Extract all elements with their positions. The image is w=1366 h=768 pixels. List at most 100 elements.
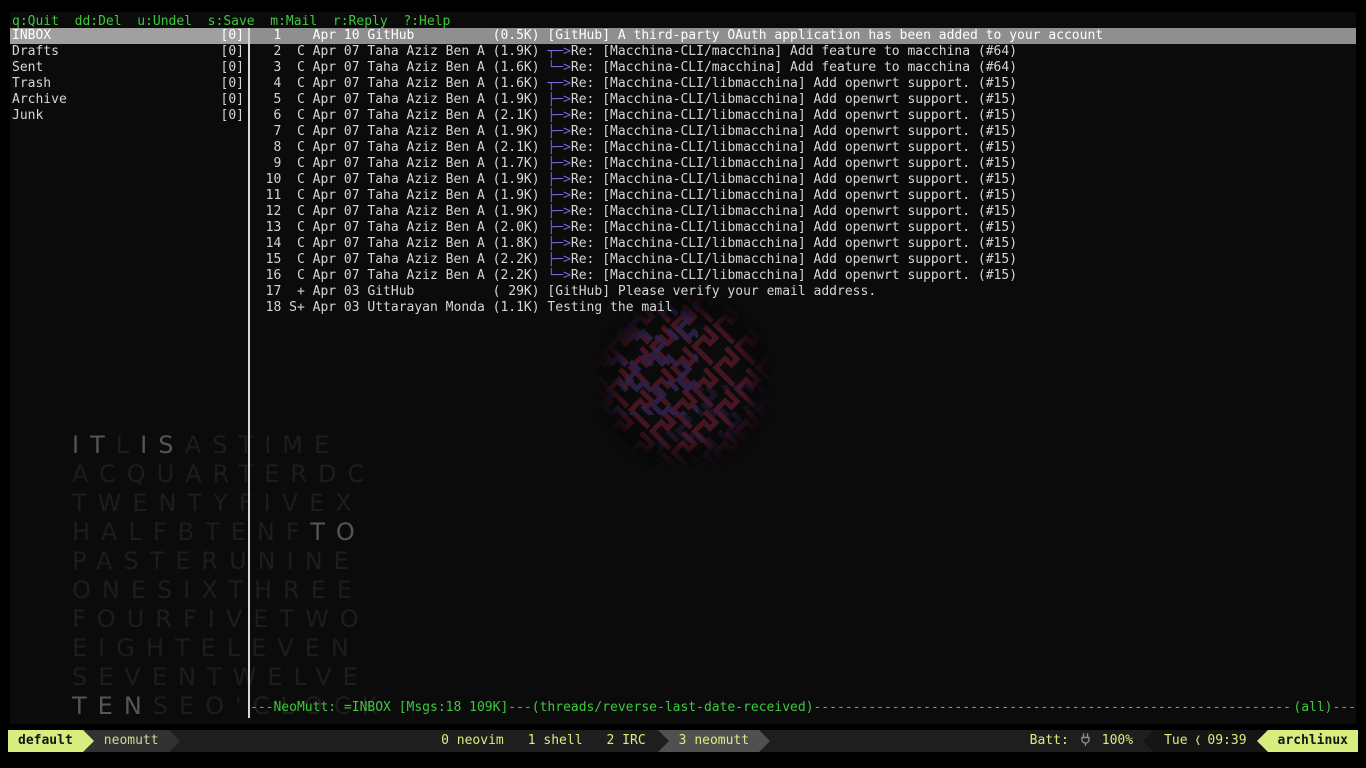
mail-subject: [GitHub] Please verify your email addres… [547, 284, 876, 299]
powerline-arrow-icon [658, 730, 669, 752]
thread-tree-icon: ┬─> [547, 76, 570, 91]
mail-subject: Re: [Macchina-CLI/libmacchina] Add openw… [571, 204, 1017, 219]
tmux-window-1-shell[interactable]: 1 shell [516, 730, 595, 752]
mail-row-11[interactable]: 11 C Apr 07 Taha Aziz Ben A (1.9K) ├─>Re… [250, 188, 1356, 204]
mailbox-count: [0] [221, 92, 244, 108]
mail-row-meta: 9 C Apr 07 Taha Aziz Ben A (1.7K) [250, 156, 547, 171]
battery-label: Batt: [1020, 730, 1073, 752]
mailbox-name: Drafts [12, 44, 59, 60]
mailbox-name: INBOX [12, 28, 51, 44]
mailbox-count: [0] [221, 44, 244, 60]
mail-subject: Re: [Macchina-CLI/libmacchina] Add openw… [571, 188, 1017, 203]
tmux-window-3-neomutt[interactable]: 3 neomutt [669, 730, 759, 752]
sidebar-item-junk[interactable]: Junk [0] [10, 108, 248, 124]
mail-subject: [GitHub] A third-party OAuth application… [547, 28, 1103, 43]
mail-subject: Re: [Macchina-CLI/libmacchina] Add openw… [571, 124, 1017, 139]
mail-row-meta: 8 C Apr 07 Taha Aziz Ben A (2.1K) [250, 140, 547, 155]
mail-row-17[interactable]: 17 + Apr 03 GitHub ( 29K) [GitHub] Pleas… [250, 284, 1356, 300]
mailbox-count: [0] [221, 60, 244, 76]
status-bar-right: (all)--- [1293, 700, 1356, 716]
mail-row-15[interactable]: 15 C Apr 07 Taha Aziz Ben A (2.2K) ├─>Re… [250, 252, 1356, 268]
day-of-week: Tue [1164, 733, 1187, 748]
tmux-session-name[interactable]: default [8, 730, 83, 752]
sidebar-item-archive[interactable]: Archive [0] [10, 92, 248, 108]
powerline-arrow-icon [759, 730, 770, 752]
power-plug-icon [1073, 730, 1098, 752]
mail-row-5[interactable]: 5 C Apr 07 Taha Aziz Ben A (1.9K) ├─>Re:… [250, 92, 1356, 108]
mail-row-16[interactable]: 16 C Apr 07 Taha Aziz Ben A (2.2K) └─>Re… [250, 268, 1356, 284]
mail-row-13[interactable]: 13 C Apr 07 Taha Aziz Ben A (2.0K) ├─>Re… [250, 220, 1356, 236]
thread-tree-icon: ├─> [547, 220, 570, 235]
mail-row-10[interactable]: 10 C Apr 07 Taha Aziz Ben A (1.9K) ├─>Re… [250, 172, 1356, 188]
time-value: 09:39 [1207, 733, 1246, 748]
mail-row-9[interactable]: 9 C Apr 07 Taha Aziz Ben A (1.7K) ├─>Re:… [250, 156, 1356, 172]
thread-tree-icon: ┬─> [547, 44, 570, 59]
thread-tree-icon: ├─> [547, 188, 570, 203]
mail-row-meta: 18 S+ Apr 03 Uttarayan Monda (1.1K) [250, 300, 547, 315]
status-bar: ---NeoMutt: =INBOX [Msgs:18 109K]---(thr… [250, 700, 1356, 716]
tmux-window-list: 0 neovim1 shell2 IRC 3 neomutt [180, 730, 1020, 752]
mail-subject: Testing the mail [547, 300, 672, 315]
status-bar-left: ---NeoMutt: =INBOX [Msgs:18 109K]---(thr… [250, 700, 814, 716]
thread-tree-icon: ├─> [547, 108, 570, 123]
tmux-pane-title: neomutt [94, 730, 169, 752]
sidebar-item-trash[interactable]: Trash [0] [10, 76, 248, 92]
mail-index-list: 1 Apr 10 GitHub (0.5K) [GitHub] A third-… [250, 28, 1356, 316]
powerline-arrow-icon [83, 730, 94, 752]
thread-tree-icon: ├─> [547, 252, 570, 267]
thread-tree-icon: └─> [547, 60, 570, 75]
mail-row-meta: 2 C Apr 07 Taha Aziz Ben A (1.9K) [250, 44, 547, 59]
status-bar-fill: ----------------------------------------… [814, 700, 1294, 716]
tmux-window-2-IRC[interactable]: 2 IRC [595, 730, 658, 752]
powerline-arrow-icon [1143, 730, 1154, 752]
mail-row-meta: 7 C Apr 07 Taha Aziz Ben A (1.9K) [250, 124, 547, 139]
mail-subject: Re: [Macchina-CLI/libmacchina] Add openw… [571, 268, 1017, 283]
mail-subject: Re: [Macchina-CLI/libmacchina] Add openw… [571, 252, 1017, 267]
thread-tree-icon: ├─> [547, 156, 570, 171]
tmux-window-0-neovim[interactable]: 0 neovim [429, 730, 516, 752]
mail-subject: Re: [Macchina-CLI/libmacchina] Add openw… [571, 172, 1017, 187]
mail-row-meta: 17 + Apr 03 GitHub ( 29K) [250, 284, 547, 299]
chevron-left-icon: ❮ [1191, 730, 1205, 752]
mail-row-4[interactable]: 4 C Apr 07 Taha Aziz Ben A (1.6K) ┬─>Re:… [250, 76, 1356, 92]
clock-segment: Tue ❮09:39 [1154, 730, 1256, 752]
hostname-segment: archlinux [1268, 730, 1358, 752]
mail-row-6[interactable]: 6 C Apr 07 Taha Aziz Ben A (2.1K) ├─>Re:… [250, 108, 1356, 124]
mailbox-count: [0] [221, 108, 244, 124]
mailbox-name: Archive [12, 92, 67, 108]
mail-row-meta: 15 C Apr 07 Taha Aziz Ben A (2.2K) [250, 252, 547, 267]
sidebar-item-sent[interactable]: Sent [0] [10, 60, 248, 76]
sidebar-item-inbox[interactable]: INBOX [0] [10, 28, 248, 44]
mailbox-count: [0] [221, 28, 244, 44]
mail-row-meta: 4 C Apr 07 Taha Aziz Ben A (1.6K) [250, 76, 547, 91]
mail-row-meta: 11 C Apr 07 Taha Aziz Ben A (1.9K) [250, 188, 547, 203]
mail-row-meta: 3 C Apr 07 Taha Aziz Ben A (1.6K) [250, 60, 547, 75]
mail-subject: Re: [Macchina-CLI/libmacchina] Add openw… [571, 236, 1017, 251]
sidebar-item-drafts[interactable]: Drafts [0] [10, 44, 248, 60]
powerline-arrow-icon [1257, 730, 1268, 752]
thread-tree-icon: ├─> [547, 204, 570, 219]
mail-row-7[interactable]: 7 C Apr 07 Taha Aziz Ben A (1.9K) ├─>Re:… [250, 124, 1356, 140]
mailbox-count: [0] [221, 76, 244, 92]
mail-row-meta: 16 C Apr 07 Taha Aziz Ben A (2.2K) [250, 268, 547, 283]
mail-row-meta: 1 Apr 10 GitHub (0.5K) [250, 28, 547, 43]
mail-subject: Re: [Macchina-CLI/libmacchina] Add openw… [571, 108, 1017, 123]
mail-subject: Re: [Macchina-CLI/libmacchina] Add openw… [571, 92, 1017, 107]
mailbox-name: Sent [12, 60, 43, 76]
thread-tree-icon: ├─> [547, 92, 570, 107]
mail-row-14[interactable]: 14 C Apr 07 Taha Aziz Ben A (1.8K) ├─>Re… [250, 236, 1356, 252]
thread-tree-icon: ├─> [547, 172, 570, 187]
thread-tree-icon: ├─> [547, 236, 570, 251]
mailbox-name: Trash [12, 76, 51, 92]
mail-row-12[interactable]: 12 C Apr 07 Taha Aziz Ben A (1.9K) ├─>Re… [250, 204, 1356, 220]
powerline-arrow-icon [169, 730, 180, 752]
thread-tree-icon: ├─> [547, 140, 570, 155]
help-bar-text: q:Quit dd:Del u:Undel s:Save m:Mail r:Re… [12, 14, 450, 29]
mail-row-3[interactable]: 3 C Apr 07 Taha Aziz Ben A (1.6K) └─>Re:… [250, 60, 1356, 76]
mail-row-1[interactable]: 1 Apr 10 GitHub (0.5K) [GitHub] A third-… [250, 28, 1356, 44]
mail-subject: Re: [Macchina-CLI/macchina] Add feature … [571, 60, 1017, 75]
mail-row-18[interactable]: 18 S+ Apr 03 Uttarayan Monda (1.1K) Test… [250, 300, 1356, 316]
mailbox-name: Junk [12, 108, 43, 124]
mail-row-8[interactable]: 8 C Apr 07 Taha Aziz Ben A (2.1K) ├─>Re:… [250, 140, 1356, 156]
mail-row-2[interactable]: 2 C Apr 07 Taha Aziz Ben A (1.9K) ┬─>Re:… [250, 44, 1356, 60]
